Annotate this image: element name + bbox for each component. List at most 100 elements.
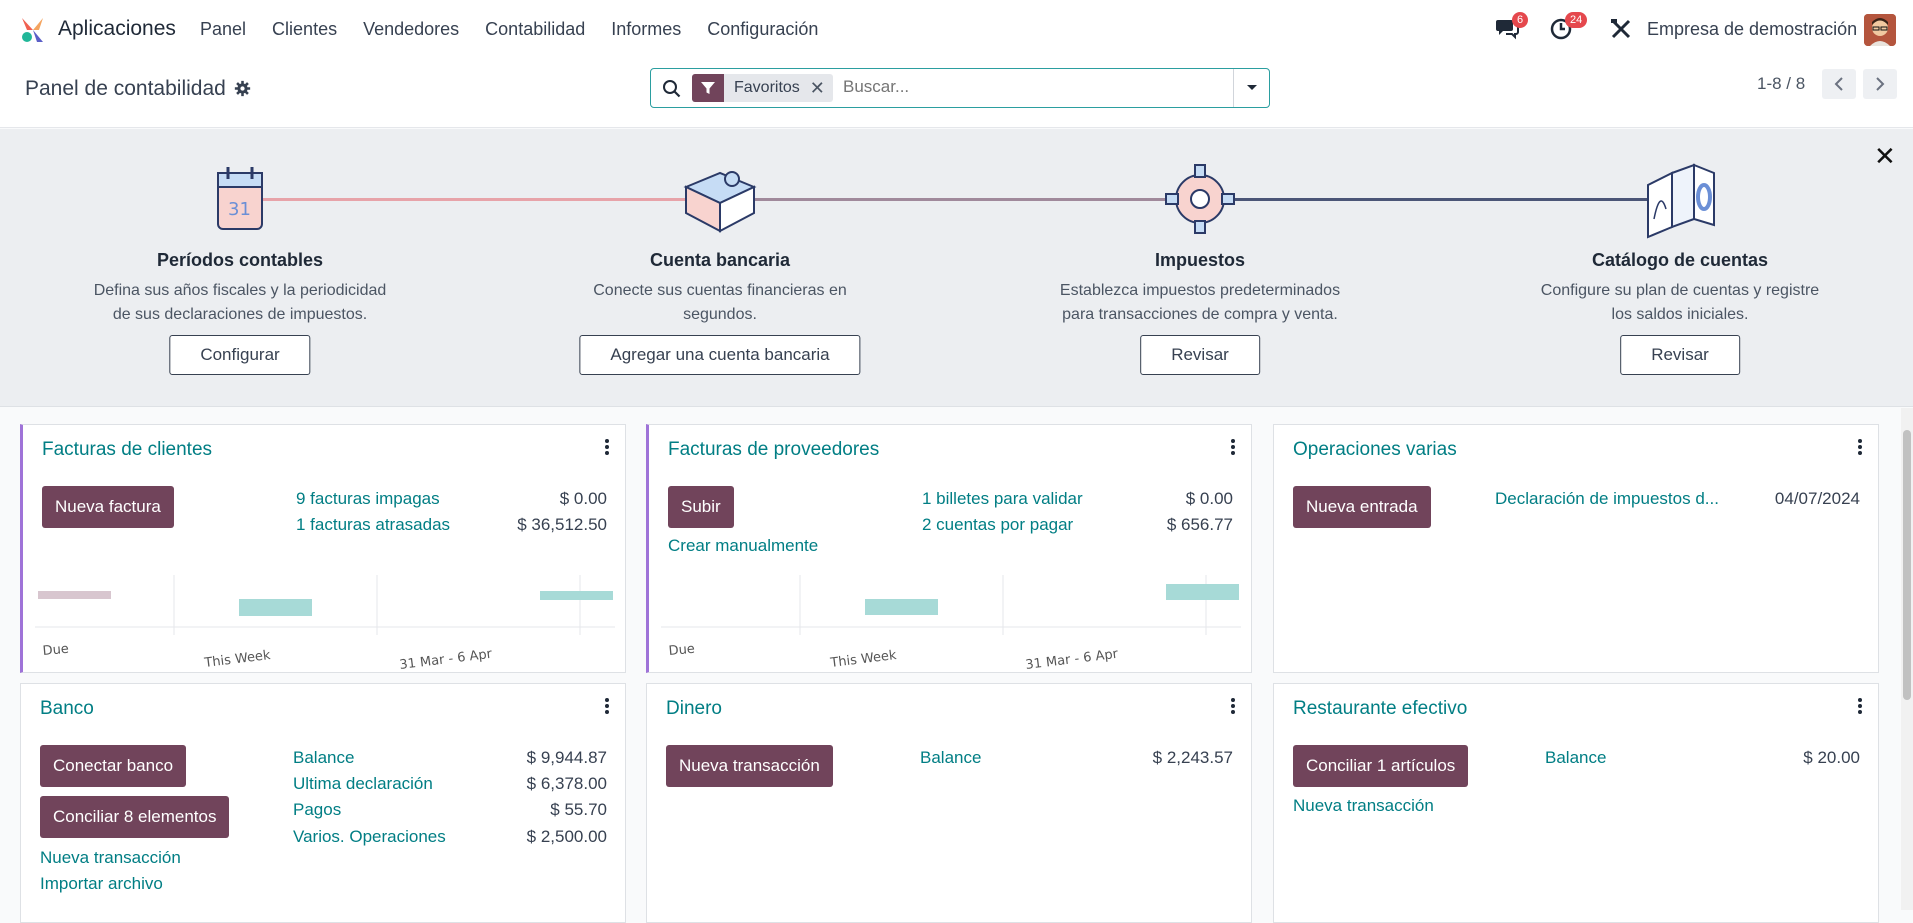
favorites-facet: Favoritos ✕ (692, 74, 833, 102)
step-title: Catálogo de cuentas (1591, 250, 1769, 270)
journal-card-restaurant-cash: Restaurante efectivo Conciliar 1 artícul… (1273, 683, 1879, 923)
payments-link[interactable]: Pagos (293, 800, 341, 820)
scrollbar-thumb[interactable] (1903, 430, 1911, 700)
progress-line (240, 198, 720, 201)
messages-badge: 6 (1512, 12, 1529, 28)
balance-link[interactable]: Balance (293, 748, 354, 768)
late-invoices-link[interactable]: 1 facturas atrasadas (296, 515, 450, 535)
kebab-menu-icon[interactable] (605, 439, 609, 455)
bills-to-pay-amount: $ 656.77 (1166, 515, 1233, 534)
company-switcher[interactable]: Empresa de demostración (1647, 19, 1857, 40)
chart-tick-label: Due (668, 642, 695, 659)
misc-operations-link[interactable]: Varios. Operaciones (293, 827, 446, 847)
reconcile-items-button[interactable]: Conciliar 1 artículos (1293, 745, 1469, 787)
journal-card-sales: Facturas de clientes Nueva factura 9 fac… (20, 424, 626, 673)
pager-value[interactable]: 1-8 / 8 (1757, 74, 1805, 94)
misc-operations-amount: $ 2,500.00 (526, 827, 607, 846)
menu-item-panel[interactable]: Panel (200, 19, 246, 40)
search-input[interactable] (843, 77, 1223, 97)
connect-bank-button[interactable]: Conectar banco (40, 745, 187, 787)
app-logo-icon[interactable] (19, 16, 47, 44)
kebab-menu-icon[interactable] (1231, 439, 1235, 455)
review-taxes-button[interactable]: Revisar (1140, 335, 1260, 375)
add-bank-account-button[interactable]: Agregar una cuenta bancaria (579, 335, 861, 375)
chart-bar (239, 599, 312, 616)
card-title[interactable]: Facturas de proveedores (668, 439, 879, 461)
step-description-line: Defina sus años fiscales y la periodicid… (93, 282, 387, 299)
pager-next-button[interactable] (1863, 69, 1897, 99)
unpaid-invoices-amount: $ 0.00 (559, 489, 607, 508)
page-title: Panel de contabilidad (25, 77, 226, 100)
import-file-link[interactable]: Importar archivo (40, 874, 163, 894)
payments-amount: $ 55.70 (550, 800, 607, 819)
progress-line (720, 198, 1200, 201)
chart-bar (865, 599, 938, 615)
review-chart-of-accounts-button[interactable]: Revisar (1620, 335, 1740, 375)
balance-link[interactable]: Balance (1545, 748, 1606, 768)
balance-amount: $ 20.00 (1803, 748, 1860, 767)
kebab-menu-icon[interactable] (1858, 698, 1862, 714)
kebab-menu-icon[interactable] (1858, 439, 1862, 455)
scrollbar[interactable] (1901, 408, 1913, 910)
menu-item-clientes[interactable]: Clientes (272, 19, 337, 40)
tools-icon[interactable] (1610, 18, 1632, 40)
main-menu: Panel Clientes Vendedores Contabilidad I… (200, 19, 844, 40)
top-navbar: Aplicaciones Panel Clientes Vendedores C… (0, 0, 1913, 58)
balance-link[interactable]: Balance (920, 748, 981, 768)
tax-return-date: 04/07/2024 (1774, 489, 1860, 508)
card-title[interactable]: Dinero (666, 698, 722, 720)
step-description: Conecte sus cuentas financieras en segun… (560, 279, 880, 327)
reconcile-items-button[interactable]: Conciliar 8 elementos (40, 796, 230, 838)
card-title[interactable]: Operaciones varias (1293, 439, 1457, 461)
puzzle-icon (683, 171, 757, 233)
ledger-icon (1647, 163, 1715, 239)
app-name[interactable]: Aplicaciones (58, 17, 176, 41)
balance-amount: $ 2,243.57 (1152, 748, 1233, 767)
upload-button[interactable]: Subir (668, 486, 734, 528)
search-options-toggle[interactable] (1233, 69, 1269, 107)
caret-down-icon (1246, 85, 1257, 90)
menu-item-contabilidad[interactable]: Contabilidad (485, 19, 585, 40)
card-title[interactable]: Restaurante efectivo (1293, 698, 1467, 720)
bills-to-validate-link[interactable]: 1 billetes para validar (922, 489, 1083, 509)
configure-fiscal-button[interactable]: Configurar (169, 335, 311, 375)
last-statement-link[interactable]: Ultima declaración (293, 774, 433, 794)
cog-icon (1165, 164, 1235, 234)
new-transaction-button[interactable]: Nueva transacción (666, 745, 833, 787)
step-description-line: para transacciones de compra y venta. (1062, 306, 1338, 323)
gear-icon[interactable] (234, 80, 251, 97)
chevron-right-icon (1876, 77, 1885, 91)
step-description-line: Establezca impuestos predeterminados (1059, 282, 1341, 299)
card-title[interactable]: Facturas de clientes (42, 439, 212, 461)
onboarding-panel: ✕ 31 Períodos contables Defina sus años … (0, 129, 1913, 407)
close-icon[interactable]: ✕ (1874, 141, 1896, 172)
chart-tick-label: 31 Mar - 6 Apr (1025, 647, 1120, 673)
bills-to-pay-link[interactable]: 2 cuentas por pagar (922, 515, 1073, 535)
new-entry-button[interactable]: Nueva entrada (1293, 486, 1431, 528)
user-avatar[interactable] (1864, 14, 1896, 46)
bills-to-validate-amount: $ 0.00 (1185, 489, 1233, 508)
menu-item-vendedores[interactable]: Vendedores (363, 19, 459, 40)
new-transaction-link[interactable]: Nueva transacción (40, 848, 181, 868)
chart-tick-label: Due (42, 642, 69, 659)
journal-card-bank: Banco Conectar banco Conciliar 8 element… (20, 683, 626, 923)
step-title: Impuestos (1154, 250, 1246, 270)
tax-return-link[interactable]: Declaración de impuestos d... (1495, 489, 1719, 509)
chart-tick-label: 31 Mar - 6 Apr (399, 647, 494, 673)
last-statement-amount: $ 6,378.00 (526, 774, 607, 793)
kebab-menu-icon[interactable] (1231, 698, 1235, 714)
menu-item-informes[interactable]: Informes (611, 19, 681, 40)
facet-label: Favoritos (734, 79, 800, 96)
create-manually-link[interactable]: Crear manualmente (668, 536, 818, 556)
unpaid-invoices-link[interactable]: 9 facturas impagas (296, 489, 440, 509)
step-description-line: los saldos iniciales. (1611, 306, 1749, 323)
new-transaction-link[interactable]: Nueva transacción (1293, 796, 1434, 816)
facet-remove-icon[interactable]: ✕ (810, 74, 833, 102)
menu-item-configuracion[interactable]: Configuración (707, 19, 818, 40)
purchase-bar-chart: Due This Week 31 Mar - 6 Apr (661, 575, 1241, 673)
card-title[interactable]: Banco (40, 698, 94, 720)
kebab-menu-icon[interactable] (605, 698, 609, 714)
pager-previous-button[interactable] (1822, 69, 1856, 99)
new-invoice-button[interactable]: Nueva factura (42, 486, 174, 528)
search-icon (663, 80, 681, 98)
